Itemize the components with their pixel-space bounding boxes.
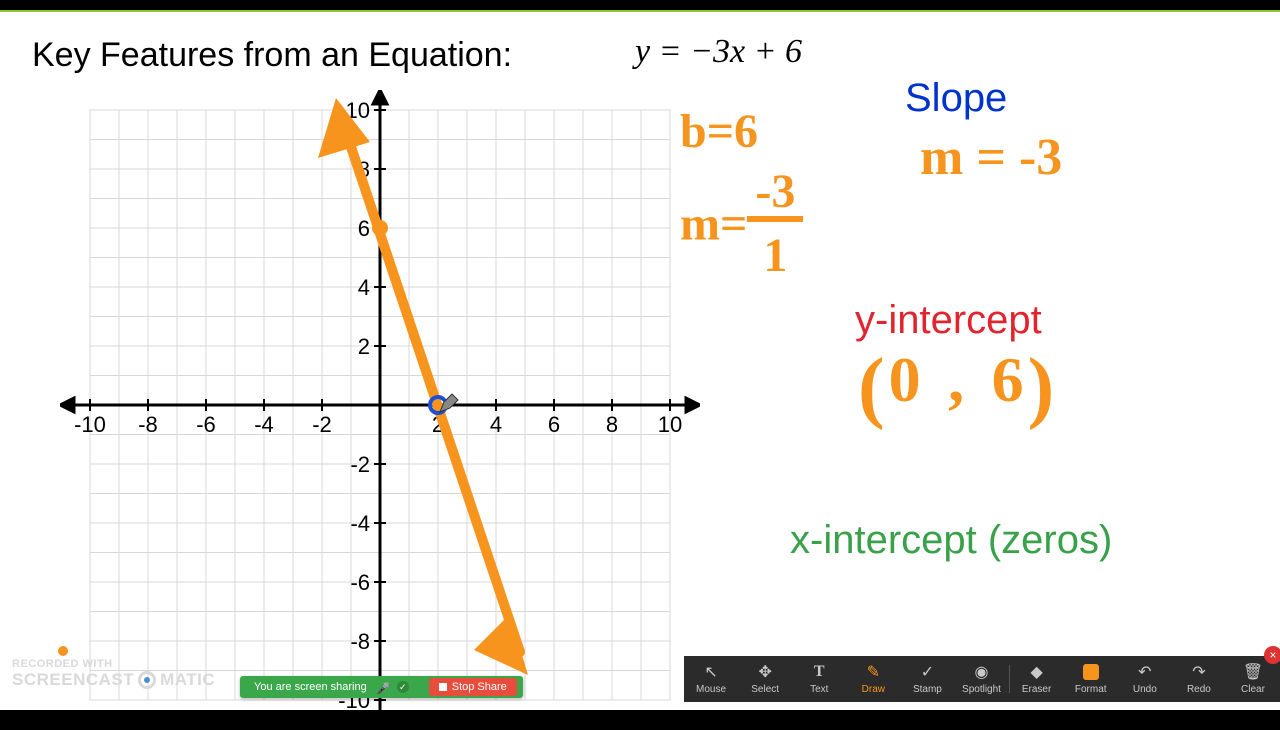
cursor-icon: ↖ bbox=[702, 663, 720, 681]
coordinate-graph: -10-8-6-4-2 246810 108642 -2-4-6-8-10 bbox=[60, 90, 700, 730]
svg-text:-8: -8 bbox=[350, 629, 370, 654]
spotlight-button[interactable]: ◉Spotlight bbox=[954, 656, 1008, 702]
select-button[interactable]: ✥Select bbox=[738, 656, 792, 702]
svg-text:-2: -2 bbox=[350, 452, 370, 477]
text-icon: T bbox=[810, 663, 828, 681]
svg-text:-8: -8 bbox=[138, 412, 158, 437]
format-icon bbox=[1082, 663, 1100, 681]
annotation-y-intercept-value: (0 , 6) bbox=[858, 338, 1058, 433]
svg-text:-2: -2 bbox=[312, 412, 332, 437]
spotlight-icon: ◉ bbox=[973, 663, 991, 681]
svg-text:2: 2 bbox=[358, 334, 370, 359]
eraser-button[interactable]: ◆Eraser bbox=[1010, 656, 1064, 702]
svg-text:10: 10 bbox=[658, 412, 682, 437]
svg-text:4: 4 bbox=[490, 412, 502, 437]
svg-text:4: 4 bbox=[358, 275, 370, 300]
undo-icon: ↶ bbox=[1136, 663, 1154, 681]
svg-text:-4: -4 bbox=[254, 412, 274, 437]
svg-text:6: 6 bbox=[548, 412, 560, 437]
draw-button[interactable]: ✎Draw bbox=[846, 656, 900, 702]
stray-dot-icon bbox=[58, 646, 68, 656]
text-button[interactable]: TText bbox=[792, 656, 846, 702]
svg-text:-4: -4 bbox=[350, 511, 370, 536]
svg-text:-6: -6 bbox=[350, 570, 370, 595]
equation: y = −3x + 6 bbox=[635, 33, 802, 71]
close-toolbar-button[interactable]: × bbox=[1264, 646, 1280, 664]
stop-icon bbox=[439, 683, 447, 691]
check-icon: ✓ bbox=[918, 663, 936, 681]
mouse-button[interactable]: ↖Mouse bbox=[684, 656, 738, 702]
trash-icon: 🗑 bbox=[1244, 663, 1262, 681]
svg-text:6: 6 bbox=[358, 216, 370, 241]
stop-share-button[interactable]: Stop Share bbox=[429, 678, 517, 696]
pencil-icon: ✎ bbox=[864, 663, 882, 681]
redo-button[interactable]: ↷Redo bbox=[1172, 656, 1226, 702]
move-icon: ✥ bbox=[756, 663, 774, 681]
mic-icon[interactable]: 🎤 bbox=[377, 682, 387, 692]
x-intercept-label: x-intercept (zeros) bbox=[790, 518, 1112, 563]
screencast-watermark: RECORDED WITH SCREENCAST MATIC bbox=[12, 658, 215, 690]
share-status-text: You are screen sharing bbox=[254, 681, 367, 693]
annotation-m-equals: m = -3 bbox=[920, 128, 1062, 187]
y-intercept-label: y-intercept bbox=[855, 298, 1042, 343]
slope-label: Slope bbox=[905, 76, 1007, 121]
redo-icon: ↷ bbox=[1190, 663, 1208, 681]
check-icon[interactable]: ✓ bbox=[397, 681, 409, 693]
eraser-icon: ◆ bbox=[1028, 663, 1046, 681]
annotation-b-equals: b=6 bbox=[680, 104, 758, 159]
screencast-logo-icon bbox=[138, 671, 156, 689]
annotation-toolbar: ↖Mouse ✥Select TText ✎Draw ✓Stamp ◉Spotl… bbox=[684, 656, 1280, 702]
annotation-m-fraction: m=-31 bbox=[680, 168, 803, 289]
screen-share-bar[interactable]: You are screen sharing 🎤 ✓ Stop Share bbox=[240, 676, 523, 698]
svg-text:-6: -6 bbox=[196, 412, 216, 437]
svg-text:-10: -10 bbox=[74, 412, 106, 437]
svg-text:8: 8 bbox=[606, 412, 618, 437]
format-button[interactable]: Format bbox=[1064, 656, 1118, 702]
page-title: Key Features from an Equation: bbox=[32, 36, 512, 75]
stamp-button[interactable]: ✓Stamp bbox=[900, 656, 954, 702]
undo-button[interactable]: ↶Undo bbox=[1118, 656, 1172, 702]
